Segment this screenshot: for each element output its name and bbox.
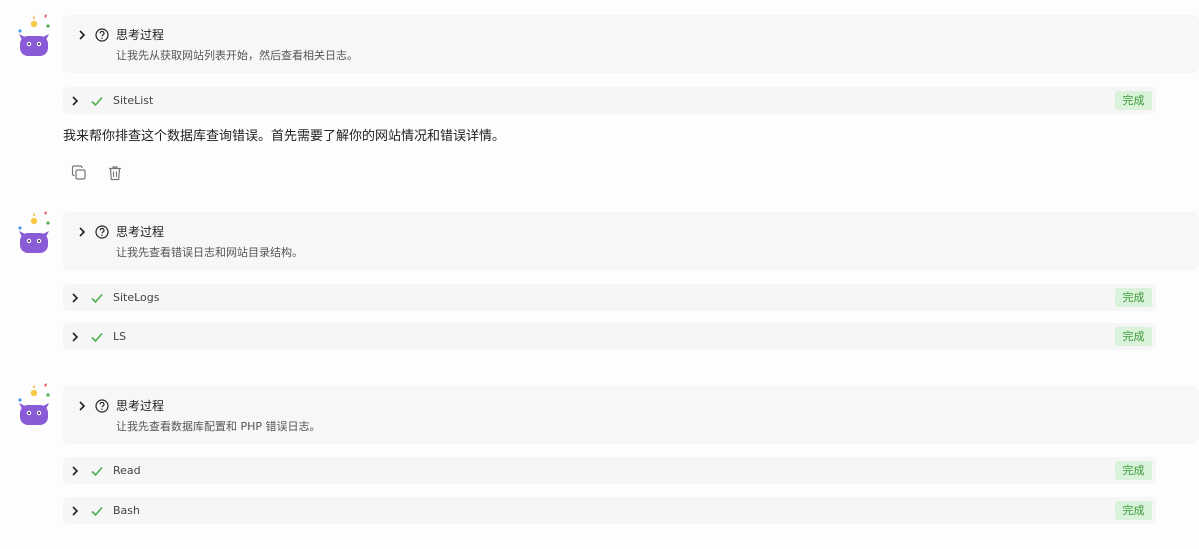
tool-name: Bash (113, 504, 140, 517)
chat-transcript: 思考过程 让我先从获取网站列表开始，然后查看相关日志。 SiteList 完成 … (0, 0, 1199, 549)
trash-icon (109, 166, 121, 181)
copy-button[interactable] (70, 164, 88, 182)
thinking-title: 思考过程 (116, 399, 165, 413)
check-icon (91, 332, 103, 343)
status-badge: 完成 (1115, 501, 1152, 520)
assistant-avatar-icon (14, 209, 54, 255)
tool-name: SiteLogs (113, 291, 160, 304)
copy-icon (71, 165, 86, 180)
status-badge: 完成 (1115, 288, 1152, 307)
delete-button[interactable] (106, 164, 124, 182)
tool-call-row[interactable]: Read 完成 (63, 457, 1156, 484)
thinking-title: 思考过程 (116, 28, 165, 42)
question-circle-icon (95, 28, 109, 42)
chevron-right-icon[interactable] (70, 464, 80, 478)
thinking-description: 让我先从获取网站列表开始，然后查看相关日志。 (116, 49, 358, 62)
chevron-right-icon[interactable] (77, 225, 87, 239)
thinking-panel[interactable]: 思考过程 让我先从获取网站列表开始，然后查看相关日志。 (63, 15, 1199, 73)
assistant-message: 我来帮你排查这个数据库查询错误。首先需要了解你的网站情况和错误详情。 (63, 129, 506, 144)
thinking-panel[interactable]: 思考过程 让我先查看数据库配置和 PHP 错误日志。 (63, 386, 1199, 444)
tool-name: SiteList (113, 94, 154, 107)
check-icon (91, 466, 103, 477)
status-badge: 完成 (1115, 327, 1152, 346)
chevron-right-icon[interactable] (77, 399, 87, 413)
chevron-right-icon[interactable] (77, 28, 87, 42)
chevron-right-icon[interactable] (70, 291, 80, 305)
status-badge: 完成 (1115, 461, 1152, 480)
thinking-description: 让我先查看错误日志和网站目录结构。 (116, 246, 303, 259)
tool-call-row[interactable]: SiteList 完成 (63, 87, 1156, 114)
chevron-right-icon[interactable] (70, 94, 80, 108)
status-badge: 完成 (1115, 91, 1152, 110)
thinking-description: 让我先查看数据库配置和 PHP 错误日志。 (116, 420, 321, 433)
chevron-right-icon[interactable] (70, 504, 80, 518)
check-icon (91, 96, 103, 107)
tool-name: LS (113, 330, 127, 343)
thinking-title: 思考过程 (116, 225, 165, 239)
check-icon (91, 506, 103, 517)
check-icon (91, 293, 103, 304)
question-circle-icon (95, 225, 109, 239)
tool-call-row[interactable]: LS 完成 (63, 323, 1156, 350)
assistant-avatar-icon (14, 12, 54, 58)
thinking-panel[interactable]: 思考过程 让我先查看错误日志和网站目录结构。 (63, 212, 1199, 270)
tool-call-row[interactable]: SiteLogs 完成 (63, 284, 1156, 311)
question-circle-icon (95, 399, 109, 413)
assistant-avatar-icon (14, 381, 54, 427)
chevron-right-icon[interactable] (70, 330, 80, 344)
tool-call-row[interactable]: Bash 完成 (63, 497, 1156, 524)
tool-name: Read (113, 464, 141, 477)
